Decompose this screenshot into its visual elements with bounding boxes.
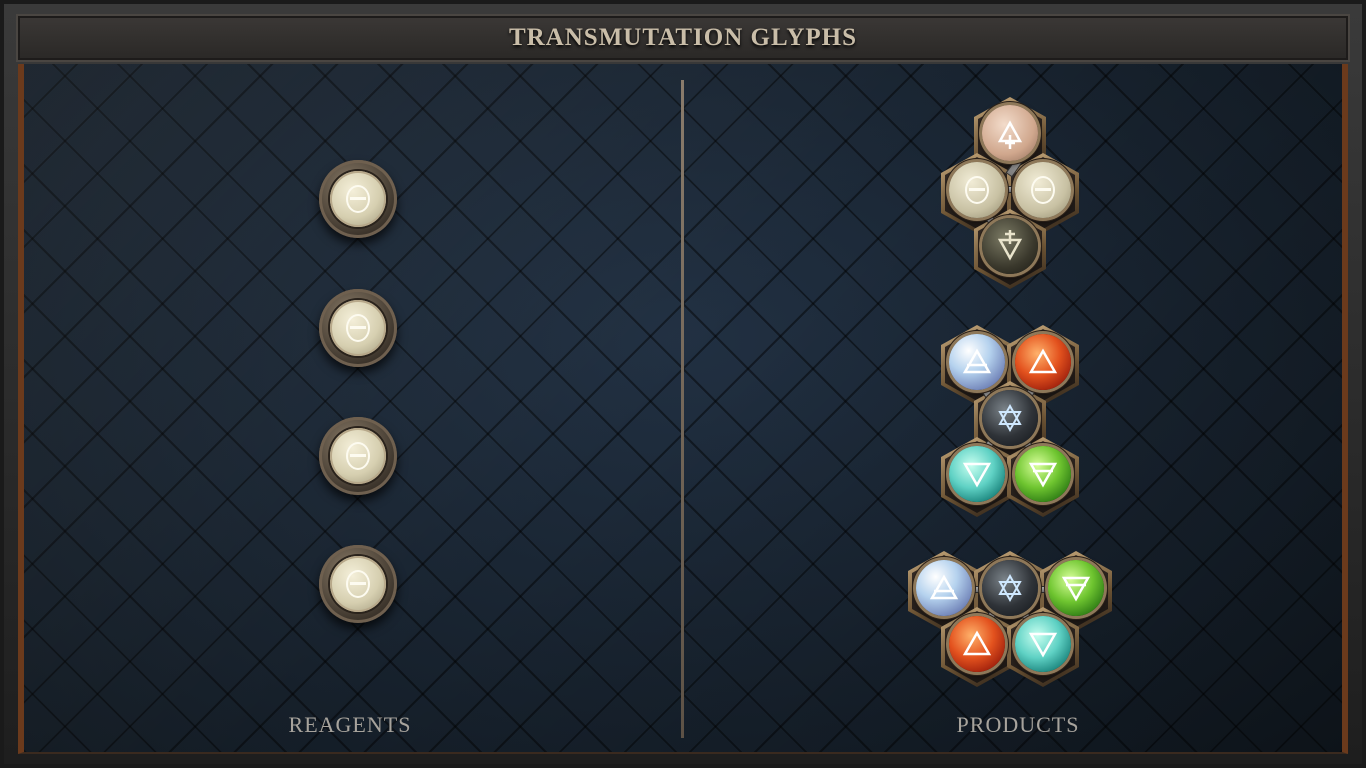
salt-atom <box>949 162 1005 218</box>
reagent-salt-1[interactable] <box>319 160 397 238</box>
quintessence-icon <box>998 573 1022 603</box>
water-atom <box>949 446 1005 502</box>
vitae-atom <box>982 105 1038 161</box>
salt-icon <box>346 442 370 470</box>
title-bar: TRANSMUTATION GLYPHS <box>16 14 1350 62</box>
reagent-salt-3[interactable] <box>319 417 397 495</box>
air-icon <box>929 574 959 600</box>
page-title: TRANSMUTATION GLYPHS <box>508 24 858 51</box>
salt-icon <box>1031 176 1055 204</box>
air-icon <box>962 348 992 374</box>
air-atom <box>949 334 1005 390</box>
earth-atom <box>1048 560 1104 616</box>
fire-atom <box>949 616 1005 672</box>
quintessence-atom <box>982 390 1038 446</box>
panel-divider <box>681 80 684 738</box>
reagent-salt-4[interactable] <box>319 545 397 623</box>
vitae-icon <box>997 120 1023 149</box>
salt-icon <box>346 314 370 342</box>
salt-icon <box>346 185 370 213</box>
quintessence-icon <box>998 403 1022 433</box>
products-label: PRODUCTS <box>956 712 1080 737</box>
air-atom <box>916 560 972 616</box>
fire-icon <box>1028 348 1058 374</box>
salt-icon <box>965 176 989 204</box>
salt-icon <box>346 570 370 598</box>
reagent-salt-2[interactable] <box>319 289 397 367</box>
earth-atom <box>1015 446 1071 502</box>
earth-icon <box>1028 462 1058 488</box>
water-atom <box>1015 616 1071 672</box>
salt-atom <box>1015 162 1071 218</box>
earth-icon <box>1061 576 1091 602</box>
fire-icon <box>962 630 992 656</box>
fire-atom <box>1015 334 1071 390</box>
reagents-label: REAGENTS <box>288 712 412 737</box>
mors-atom <box>982 218 1038 274</box>
water-icon <box>962 462 992 488</box>
quintessence-atom <box>982 560 1038 616</box>
mors-icon <box>997 230 1023 261</box>
water-icon <box>1028 632 1058 658</box>
